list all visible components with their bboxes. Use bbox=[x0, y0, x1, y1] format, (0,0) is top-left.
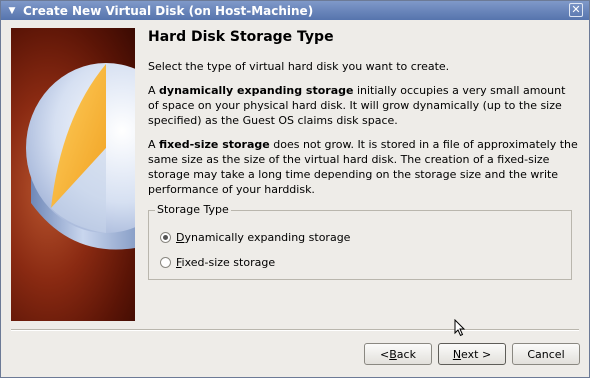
window-title: Create New Virtual Disk (on Host-Machine… bbox=[23, 3, 314, 18]
fixed-storage-radio[interactable]: Fixed-size storage bbox=[160, 256, 275, 269]
dynamic-description: A dynamically expanding storage initiall… bbox=[148, 84, 566, 127]
dynamic-term: dynamically expanding storage bbox=[159, 84, 354, 97]
disk-pie-illustration bbox=[26, 63, 135, 250]
intro-text: Select the type of virtual hard disk you… bbox=[148, 60, 450, 73]
title-bar[interactable]: ▼ Create New Virtual Disk (on Host-Machi… bbox=[1, 1, 589, 20]
wizard-content: Hard Disk Storage Type Select the type o… bbox=[148, 29, 578, 206]
storage-type-group: Storage Type Dynamically expanding stora… bbox=[148, 203, 572, 280]
wizard-banner-image bbox=[11, 28, 135, 321]
fixed-description: A fixed-size storage does not grow. It i… bbox=[148, 138, 578, 196]
radio-button-unchecked[interactable] bbox=[160, 257, 171, 268]
window-menu-icon[interactable]: ▼ bbox=[5, 6, 19, 16]
page-heading: Hard Disk Storage Type bbox=[148, 29, 334, 45]
dynamic-storage-label[interactable]: Dynamically expanding storage bbox=[176, 231, 350, 244]
fixed-term: fixed-size storage bbox=[159, 138, 270, 151]
close-icon[interactable]: ✕ bbox=[569, 3, 583, 17]
cancel-button[interactable]: Cancel bbox=[512, 343, 580, 365]
fixed-storage-label[interactable]: Fixed-size storage bbox=[176, 256, 275, 269]
dynamic-storage-radio[interactable]: Dynamically expanding storage bbox=[160, 231, 350, 244]
radio-button-checked[interactable] bbox=[160, 232, 171, 243]
back-button[interactable]: < Back bbox=[364, 343, 432, 365]
button-separator bbox=[11, 329, 579, 331]
mouse-cursor-icon bbox=[454, 319, 466, 337]
next-button[interactable]: Next > bbox=[438, 343, 506, 365]
dialog-window: ▼ Create New Virtual Disk (on Host-Machi… bbox=[0, 0, 590, 378]
storage-type-legend: Storage Type bbox=[155, 203, 231, 216]
